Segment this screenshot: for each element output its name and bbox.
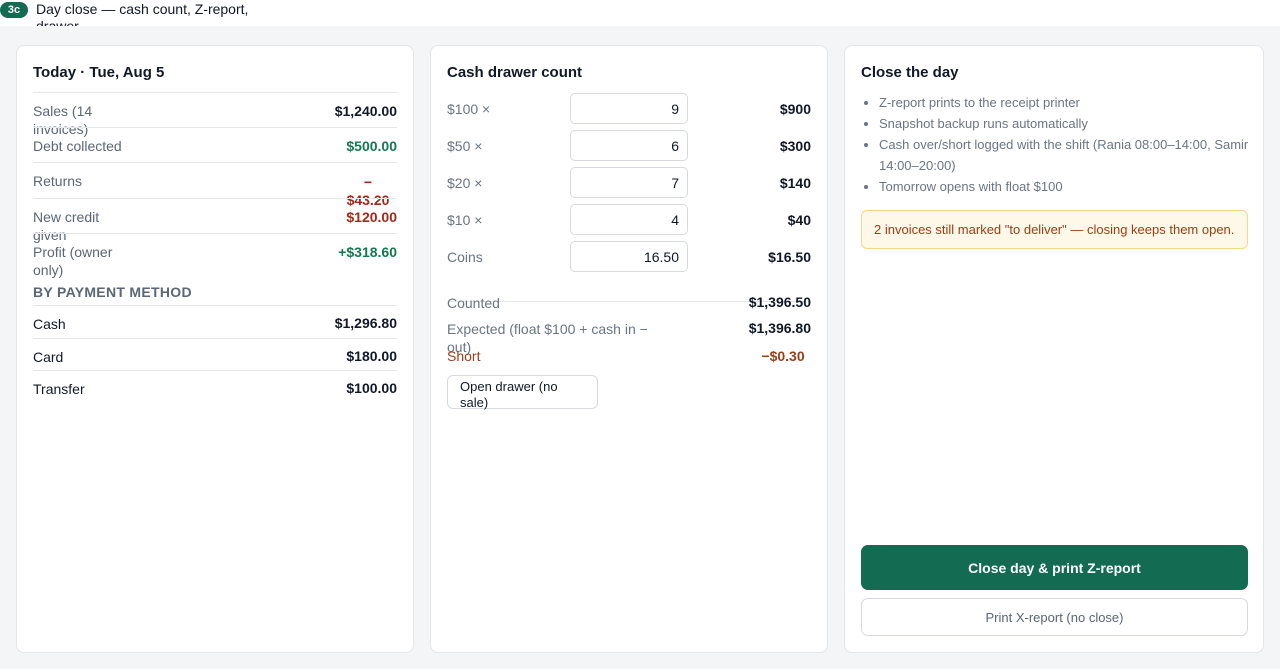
count-input-coins[interactable] — [570, 241, 688, 272]
payment-row-cash: Cash $1,296.80 — [33, 305, 397, 337]
denomination-amount: $16.50 — [768, 249, 811, 265]
summary-label: Profit (owner only) — [33, 244, 113, 278]
denomination-row-10: $10 × $40 — [447, 204, 811, 236]
payment-label: Cash — [33, 316, 66, 332]
summary-label: New credit given — [33, 209, 100, 243]
payment-value: $1,296.80 — [334, 315, 397, 331]
summary-label: Debt collected — [33, 138, 122, 154]
summary-label: Sales (14 invoices) — [33, 103, 93, 137]
summary-row-profit: Profit (owner only) +$318.60 — [33, 233, 397, 278]
counted-label: Counted — [447, 295, 500, 311]
summary-row-credit: New credit given $120.00 — [33, 198, 397, 243]
denomination-label: $20 × — [447, 175, 483, 191]
cash-drawer-panel: Cash drawer count $100 × $900 $50 × $300… — [430, 45, 828, 653]
summary-value: +$318.60 — [338, 244, 397, 260]
payment-row-card: Card $180.00 — [33, 338, 397, 370]
payment-value: $100.00 — [346, 380, 397, 396]
short-label: Short — [447, 348, 481, 364]
payment-method-heading: BY PAYMENT METHOD — [33, 284, 192, 300]
summary-row-debt: Debt collected $500.00 — [33, 127, 397, 154]
summary-label: Returns — [33, 173, 83, 189]
summary-value: $500.00 — [346, 138, 397, 154]
drawer-title: Cash drawer count — [447, 64, 583, 81]
close-note: Z-report prints to the receipt printer — [879, 92, 1251, 113]
summary-row-sales: Sales (14 invoices) $1,240.00 — [33, 92, 397, 137]
payment-row-transfer: Transfer $100.00 — [33, 370, 397, 402]
count-input-100[interactable] — [570, 93, 688, 124]
denomination-amount: $300 — [779, 138, 811, 154]
summary-title: Today · Tue, Aug 5 — [33, 64, 165, 81]
close-day-button[interactable]: Close day & print Z-report — [861, 545, 1248, 590]
close-note: Cash over/short logged with the shift (R… — [879, 134, 1251, 176]
denomination-row-50: $50 × $300 — [447, 130, 811, 162]
denomination-label: $100 × — [447, 101, 491, 117]
expected-value: $1,396.80 — [748, 320, 811, 336]
print-x-report-button[interactable]: Print X-report (no close) — [861, 598, 1248, 636]
deliver-warning-banner: 2 invoices still marked "to deliver" — c… — [861, 210, 1248, 249]
open-drawer-button[interactable]: Open drawer (no sale) — [447, 375, 598, 410]
summary-value: −$43.20 — [346, 174, 390, 208]
today-summary-panel: Today · Tue, Aug 5 Sales (14 invoices) $… — [16, 45, 414, 653]
count-input-20[interactable] — [570, 167, 688, 198]
denomination-amount: $900 — [779, 101, 811, 117]
denomination-row-100: $100 × $900 — [447, 93, 811, 125]
denomination-amount: $40 — [787, 212, 811, 228]
summary-row-returns: Returns −$43.20 — [33, 162, 397, 208]
denomination-label: Coins — [447, 249, 483, 265]
denomination-amount: $140 — [779, 175, 811, 191]
payment-label: Transfer — [33, 381, 85, 397]
denomination-row-coins: Coins $16.50 — [447, 241, 811, 273]
close-note: Snapshot backup runs automatically — [879, 113, 1251, 134]
denomination-label: $50 × — [447, 138, 483, 154]
step-badge: 3c — [0, 2, 28, 18]
summary-value: $120.00 — [346, 209, 397, 225]
count-input-10[interactable] — [570, 204, 688, 235]
summary-value: $1,240.00 — [334, 103, 397, 119]
denomination-row-20: $20 × $140 — [447, 167, 811, 199]
count-input-50[interactable] — [570, 130, 688, 161]
short-value: −$0.30 — [761, 348, 805, 364]
denomination-label: $10 × — [447, 212, 483, 228]
close-day-panel: Close the day Z-report prints to the rec… — [844, 45, 1264, 653]
counted-value: $1,396.50 — [748, 294, 811, 310]
payment-label: Card — [33, 349, 64, 365]
close-title: Close the day — [861, 64, 959, 81]
payment-value: $180.00 — [346, 348, 397, 364]
stage: Today · Tue, Aug 5 Sales (14 invoices) $… — [0, 26, 1280, 669]
close-note: Tomorrow opens with float $100 — [879, 176, 1251, 197]
close-notes-list: Z-report prints to the receipt printer S… — [879, 92, 1251, 197]
